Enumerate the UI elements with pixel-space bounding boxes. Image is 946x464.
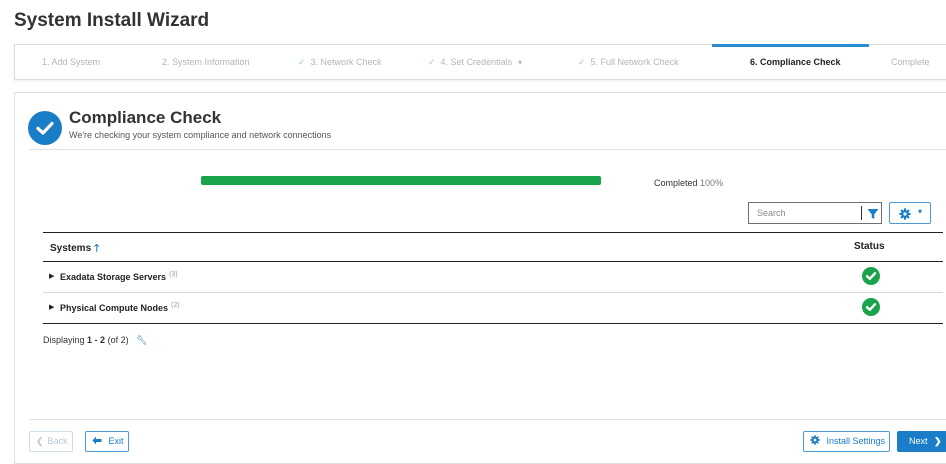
- step-label: 6. Compliance Check: [750, 57, 841, 67]
- compliance-panel: Compliance Check We're checking your sys…: [14, 92, 946, 464]
- step-label: 3. Network Check: [310, 57, 382, 67]
- step-system-information[interactable]: 2. System Information: [162, 45, 250, 79]
- page-title: System Install Wizard: [14, 10, 210, 31]
- caret-down-icon: ▾: [518, 58, 523, 67]
- check-icon: ✓: [578, 57, 586, 67]
- wizard-step-bar: 1. Add System 2. System Information ✓ 3. …: [14, 44, 946, 80]
- paging-range: 1 - 2: [87, 335, 106, 345]
- column-header-status[interactable]: Status: [854, 241, 885, 252]
- step-full-network-check[interactable]: ✓ 5. Full Network Check: [578, 45, 679, 79]
- step-add-system[interactable]: 1. Add System: [42, 45, 100, 79]
- row-count: (2): [171, 302, 180, 309]
- search-input[interactable]: [749, 203, 855, 223]
- step-network-check[interactable]: ✓ 3. Network Check: [298, 45, 382, 79]
- step-label: 5. Full Network Check: [590, 57, 679, 67]
- back-button[interactable]: ❮ Back: [29, 431, 73, 452]
- column-label: Systems: [50, 243, 92, 254]
- row-label: Exadata Storage Servers: [60, 272, 167, 282]
- table-row[interactable]: ▶ Exadata Storage Servers (3): [43, 262, 943, 293]
- step-label: 2. System Information: [162, 57, 250, 67]
- expand-arrow-icon[interactable]: ▶: [49, 303, 54, 311]
- divider: [861, 206, 862, 220]
- paging-total: (of 2): [107, 335, 129, 345]
- system-group-name: Exadata Storage Servers (3): [60, 271, 178, 282]
- progress-status: Completed 100%: [654, 178, 723, 188]
- chevron-left-icon: ❮: [36, 436, 44, 446]
- step-label: Complete: [891, 57, 930, 67]
- step-label: 4. Set Credentials: [440, 57, 513, 67]
- progress-fill: [201, 176, 601, 185]
- gear-icon: [810, 435, 823, 446]
- table-header: Systems 🡑 Status: [43, 232, 943, 262]
- sort-up-arrow-icon: 🡑: [94, 243, 100, 254]
- paging-info: Displaying 1 - 2 (of 2) 🔧︎: [43, 335, 148, 346]
- check-circle-icon: [28, 111, 62, 145]
- section-title: Compliance Check: [69, 108, 222, 127]
- search-box: [748, 202, 882, 224]
- caret-down-icon: ▾: [918, 207, 923, 216]
- paging-prefix: Displaying: [43, 335, 85, 345]
- progress-label: Completed: [654, 178, 698, 188]
- divider: [29, 149, 946, 150]
- next-button[interactable]: Next ❯: [897, 431, 946, 452]
- systems-table: Systems 🡑 Status ▶ Exadata Storage Server…: [43, 232, 943, 324]
- back-label: Back: [47, 436, 68, 446]
- divider: [29, 419, 946, 420]
- exit-label: Exit: [108, 436, 124, 446]
- gear-icon: [899, 207, 911, 225]
- exit-button[interactable]: Exit: [85, 431, 129, 452]
- step-set-credentials[interactable]: ✓ 4. Set Credentials ▾: [428, 45, 522, 79]
- check-circle-icon: [862, 267, 880, 285]
- wrench-icon[interactable]: 🔧︎: [136, 335, 147, 345]
- progress-bar: [201, 176, 601, 185]
- filter-icon[interactable]: [867, 207, 879, 225]
- step-complete[interactable]: Complete: [891, 45, 930, 79]
- install-settings-label: Install Settings: [826, 436, 886, 446]
- row-count: (3): [169, 271, 178, 278]
- step-compliance-check[interactable]: 6. Compliance Check: [712, 44, 868, 79]
- section-subtitle: We're checking your system compliance an…: [69, 130, 332, 140]
- check-icon: ✓: [428, 57, 436, 67]
- table-settings-button[interactable]: ▾: [889, 202, 931, 224]
- system-group-name: Physical Compute Nodes (2): [60, 302, 180, 313]
- progress-percent: 100%: [700, 178, 724, 188]
- step-label: 1. Add System: [42, 57, 101, 67]
- table-row[interactable]: ▶ Physical Compute Nodes (2): [43, 293, 943, 324]
- column-header-systems[interactable]: Systems 🡑: [50, 241, 99, 258]
- expand-arrow-icon[interactable]: ▶: [49, 272, 54, 280]
- install-settings-button[interactable]: Install Settings: [803, 431, 890, 452]
- next-label: Next: [909, 436, 928, 446]
- row-label: Physical Compute Nodes: [60, 303, 169, 313]
- check-circle-icon: [862, 298, 880, 316]
- exit-icon: [92, 436, 105, 446]
- chevron-right-icon: ❯: [934, 436, 942, 446]
- check-icon: ✓: [298, 57, 306, 67]
